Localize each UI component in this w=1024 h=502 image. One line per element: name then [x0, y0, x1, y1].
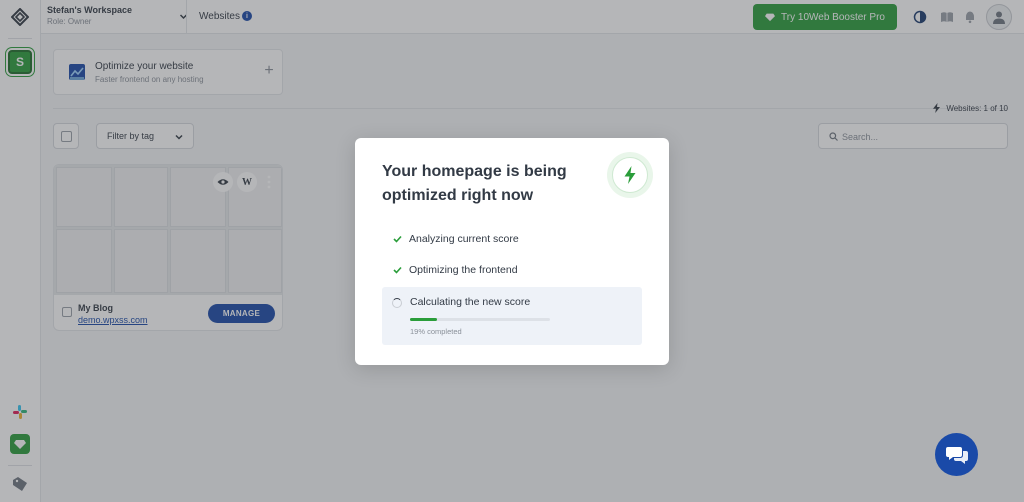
step-label: Analyzing current score	[409, 233, 519, 245]
progress-bar	[410, 318, 550, 321]
progress-text: 19% completed	[410, 327, 462, 336]
step-optimizing: Optimizing the frontend	[393, 264, 518, 276]
step-label: Calculating the new score	[410, 296, 531, 308]
progress-fill	[410, 318, 437, 321]
spinner-icon	[392, 298, 402, 308]
optimization-progress-modal: Your homepage is being optimized right n…	[355, 138, 669, 365]
bolt-badge	[607, 152, 653, 198]
step-calculating: Calculating the new score 19% completed	[382, 287, 642, 345]
step-label: Optimizing the frontend	[409, 264, 518, 276]
chat-icon	[945, 446, 968, 464]
check-icon	[393, 235, 402, 243]
bolt-icon	[624, 166, 636, 184]
modal-title: Your homepage is being optimized right n…	[382, 163, 567, 204]
chat-button[interactable]	[935, 433, 978, 476]
step-analyzing: Analyzing current score	[393, 233, 519, 245]
check-icon	[393, 266, 402, 274]
